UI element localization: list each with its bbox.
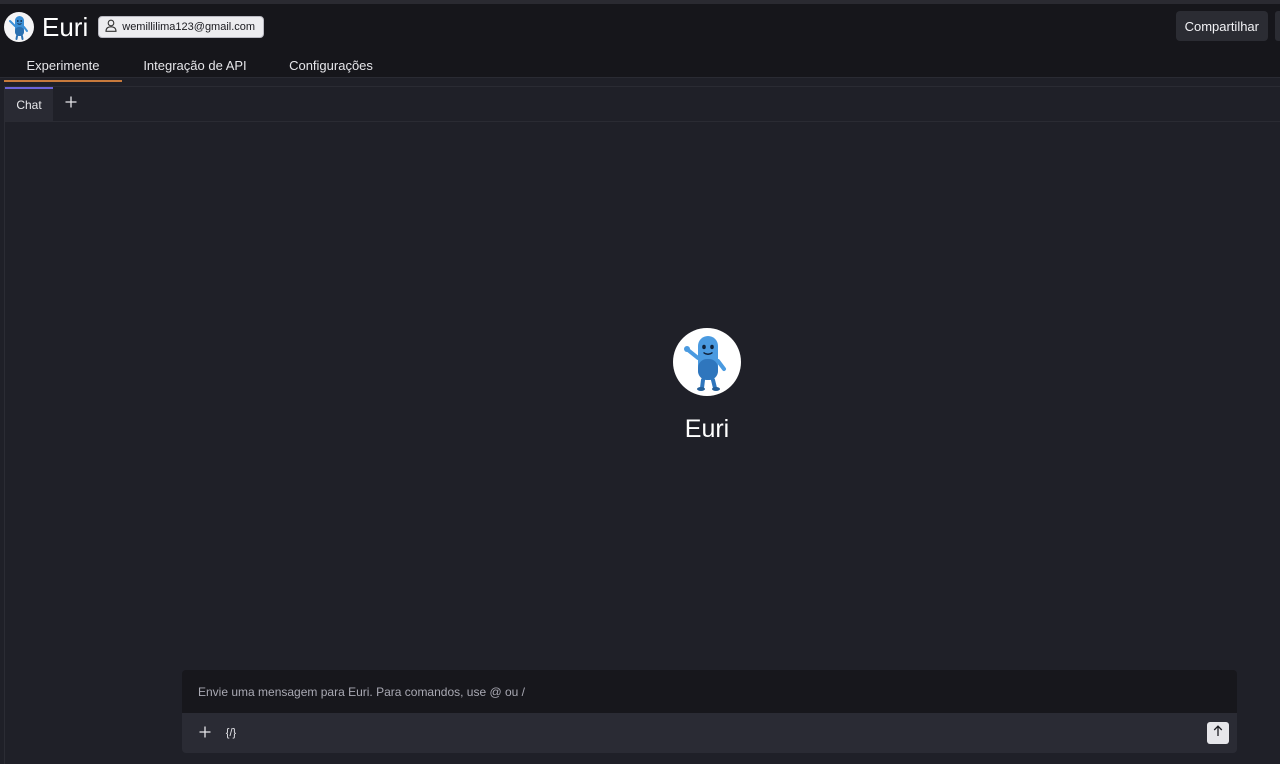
mascot-pill-icon [673,328,741,396]
variables-button[interactable]: {/} [220,722,242,744]
add-tab-button[interactable] [53,87,89,121]
arrow-up-icon [1213,724,1223,742]
app-logo-icon [4,12,34,42]
send-button[interactable] [1207,722,1229,744]
plus-icon [199,726,211,741]
assistant-name: Euri [684,415,730,443]
user-icon [105,19,117,35]
top-bar: Euri wemillilima123@gmail.com Compartilh… [0,0,1280,82]
chat-workspace: Chat Euri Envie uma mensagem para Euri. … [4,86,1280,764]
nav-divider [0,77,1280,78]
app-title: Euri [42,12,89,42]
chat-subtabs: Chat [5,86,1280,122]
brand: Euri wemillilima123@gmail.com [4,12,265,42]
variables-icon: {/} [225,727,237,739]
subtab-chat[interactable]: Chat [5,87,53,121]
assistant-hero: Euri [5,328,1280,444]
composer-toolbar: {/} [182,713,1237,753]
user-email: wemillilima123@gmail.com [122,21,256,33]
message-input[interactable]: Envie uma mensagem para Euri. Para coman… [182,670,1237,713]
plus-icon [65,95,77,113]
message-composer: Envie uma mensagem para Euri. Para coman… [182,670,1237,753]
share-button[interactable]: Compartilhar [1175,11,1268,41]
attach-button[interactable] [194,722,216,744]
overflow-button[interactable] [1275,11,1280,41]
user-account-chip[interactable]: wemillilima123@gmail.com [98,16,265,38]
